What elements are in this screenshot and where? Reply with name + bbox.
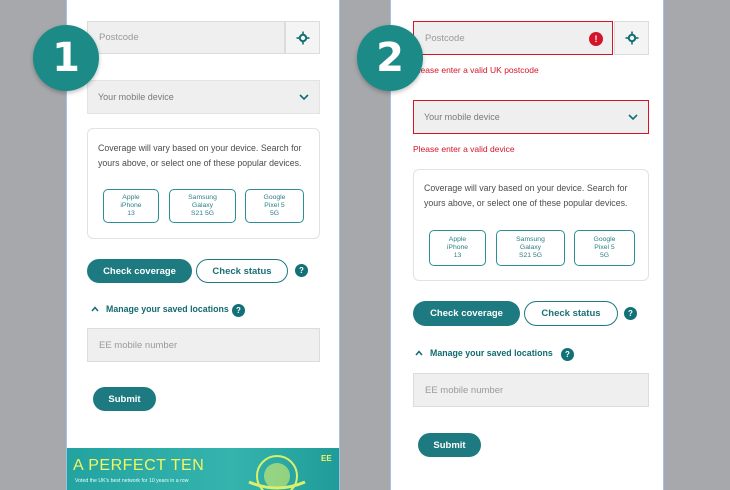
- coverage-info-text: Coverage will vary based on your device.…: [98, 143, 302, 168]
- step-badge-2: 2: [357, 25, 423, 91]
- device-info-card: Coverage will vary based on your device.…: [413, 169, 649, 281]
- crosshair-icon: [625, 31, 638, 45]
- check-coverage-button[interactable]: Check coverage: [87, 259, 192, 283]
- postcode-input[interactable]: Postcode: [87, 21, 285, 54]
- error-icon: !: [589, 32, 603, 46]
- chevron-down-icon: [628, 113, 638, 120]
- manage-saved-locations-toggle[interactable]: Manage your saved locations: [415, 348, 553, 358]
- submit-button[interactable]: Submit: [93, 387, 156, 411]
- device-error: Please enter a valid device: [413, 144, 515, 154]
- banner-subtitle: Voted the UK's best network for 10 years…: [75, 478, 189, 484]
- device-option-pixel[interactable]: Google Pixel 5 5G: [245, 189, 304, 223]
- device-select[interactable]: Your mobile device: [87, 80, 320, 114]
- mobile-number-input[interactable]: EE mobile number: [87, 328, 320, 362]
- chevron-up-icon: [415, 350, 423, 356]
- mobile-number-placeholder: EE mobile number: [99, 339, 178, 351]
- submit-button[interactable]: Submit: [418, 433, 481, 457]
- manage-help-icon[interactable]: ?: [232, 304, 245, 317]
- chevron-up-icon: [91, 306, 99, 312]
- mobile-number-input[interactable]: EE mobile number: [413, 373, 649, 407]
- postcode-input[interactable]: Postcode: [413, 21, 613, 55]
- device-option-iphone[interactable]: Apple iPhone 13: [429, 230, 486, 266]
- check-coverage-button[interactable]: Check coverage: [413, 301, 520, 326]
- postcode-error: Please enter a valid UK postcode: [413, 65, 539, 75]
- postcode-placeholder: Postcode: [425, 32, 465, 44]
- device-info-card: Coverage will vary based on your device.…: [87, 128, 320, 239]
- device-option-iphone[interactable]: Apple iPhone 13: [103, 189, 159, 223]
- device-option-pixel[interactable]: Google Pixel 5 5G: [574, 230, 635, 266]
- locate-me-button[interactable]: [285, 21, 320, 54]
- postcode-placeholder: Postcode: [99, 32, 139, 43]
- chevron-down-icon: [299, 93, 309, 100]
- manage-saved-locations-label: Manage your saved locations: [106, 304, 229, 314]
- manage-saved-locations-label: Manage your saved locations: [430, 348, 553, 358]
- award-seal-icon: [248, 455, 306, 490]
- device-select-placeholder: Your mobile device: [424, 112, 500, 122]
- manage-help-icon[interactable]: ?: [561, 348, 574, 361]
- promo-banner[interactable]: A PERFECT TEN Voted the UK's best networ…: [67, 448, 339, 490]
- step-badge-1: 1: [33, 25, 99, 91]
- check-status-button[interactable]: Check status: [524, 301, 618, 326]
- manage-saved-locations-toggle[interactable]: Manage your saved locations: [91, 304, 229, 314]
- crosshair-icon: [296, 31, 309, 44]
- form-panel-default: Postcode Your mobile device Coverage wil…: [66, 0, 340, 490]
- banner-title: A PERFECT TEN: [73, 457, 205, 474]
- device-select[interactable]: Your mobile device: [413, 100, 649, 134]
- form-panel-errors: Postcode ! Please enter a valid UK postc…: [390, 0, 664, 490]
- ee-logo: EE: [321, 454, 332, 463]
- check-status-button[interactable]: Check status: [196, 259, 288, 283]
- device-select-placeholder: Your mobile device: [98, 92, 174, 102]
- locate-me-button[interactable]: [614, 21, 649, 55]
- device-option-galaxy[interactable]: Samsung Galaxy S21 5G: [169, 189, 236, 223]
- mobile-number-placeholder: EE mobile number: [425, 384, 504, 396]
- help-icon[interactable]: ?: [624, 307, 637, 320]
- coverage-info-text: Coverage will vary based on your device.…: [424, 183, 628, 208]
- help-icon[interactable]: ?: [295, 264, 308, 277]
- device-option-galaxy[interactable]: Samsung Galaxy S21 5G: [496, 230, 565, 266]
